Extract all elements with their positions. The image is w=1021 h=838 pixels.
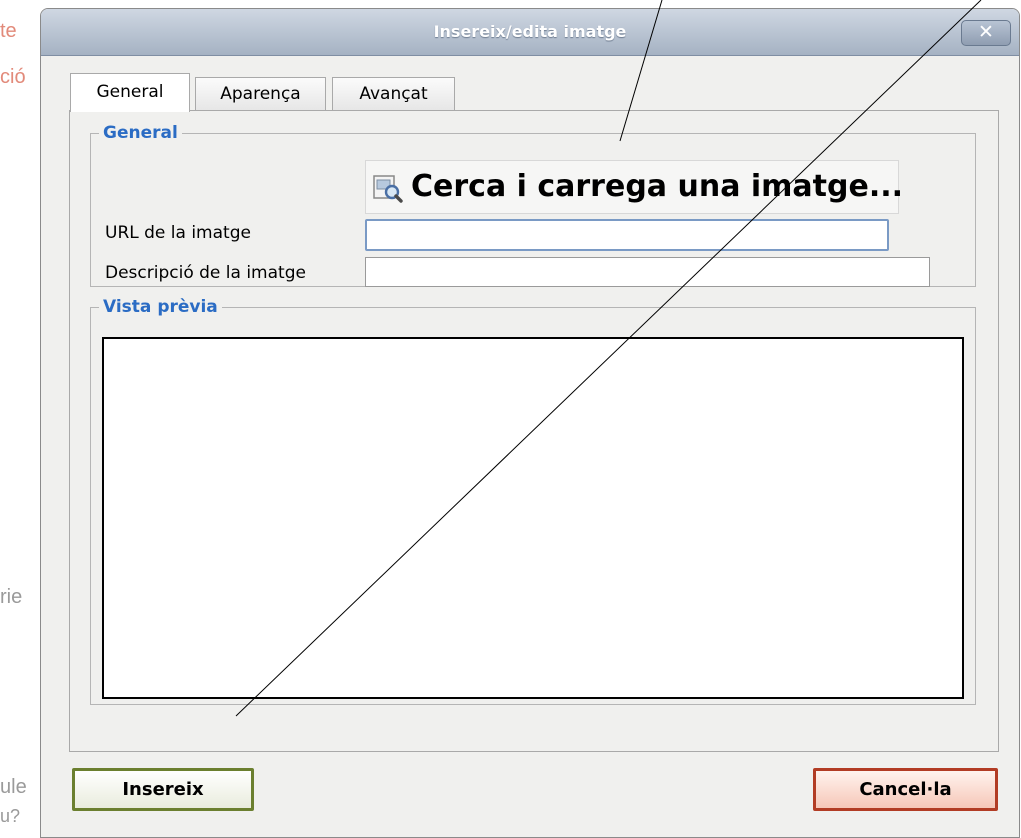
- tab-advanced[interactable]: Avançat: [332, 77, 455, 111]
- tab-appearance[interactable]: Aparença: [195, 77, 326, 111]
- dialog-title: Insereix/edita imatge: [433, 22, 627, 41]
- image-description-input[interactable]: [365, 257, 930, 287]
- preview-legend: Vista prèvia: [103, 297, 218, 317]
- background-text-fragment: rie: [0, 586, 23, 608]
- image-preview-area: [102, 337, 964, 699]
- background-text-fragment: ule: [0, 776, 27, 798]
- close-icon: ✕: [978, 21, 994, 43]
- preview-fieldset: Vista prèvia: [90, 297, 976, 705]
- insert-button[interactable]: Insereix: [72, 768, 254, 811]
- insert-image-dialog: Insereix/edita imatge ✕ General Aparença…: [40, 8, 1020, 838]
- close-button[interactable]: ✕: [961, 20, 1011, 46]
- image-url-input[interactable]: [365, 219, 889, 251]
- background-text-fragment: te: [0, 20, 17, 42]
- browse-image-button[interactable]: Cerca i carrega una imatge...: [365, 160, 903, 214]
- tab-general[interactable]: General: [70, 73, 190, 112]
- general-fieldset: General Cerca i carrega una imatge... UR…: [90, 123, 976, 287]
- general-legend: General: [103, 123, 178, 143]
- tab-panel-general: General Cerca i carrega una imatge... UR…: [69, 110, 999, 752]
- cancel-button[interactable]: Cancel·la: [813, 768, 998, 811]
- image-search-icon: [373, 175, 403, 203]
- background-text-fragment: ció: [0, 66, 26, 88]
- image-description-label: Descripció de la imatge: [105, 263, 306, 283]
- image-url-label: URL de la imatge: [105, 223, 251, 243]
- browse-image-label: Cerca i carrega una imatge...: [411, 169, 904, 204]
- dialog-titlebar[interactable]: Insereix/edita imatge ✕: [41, 9, 1019, 56]
- background-text-fragment: u?: [0, 806, 21, 826]
